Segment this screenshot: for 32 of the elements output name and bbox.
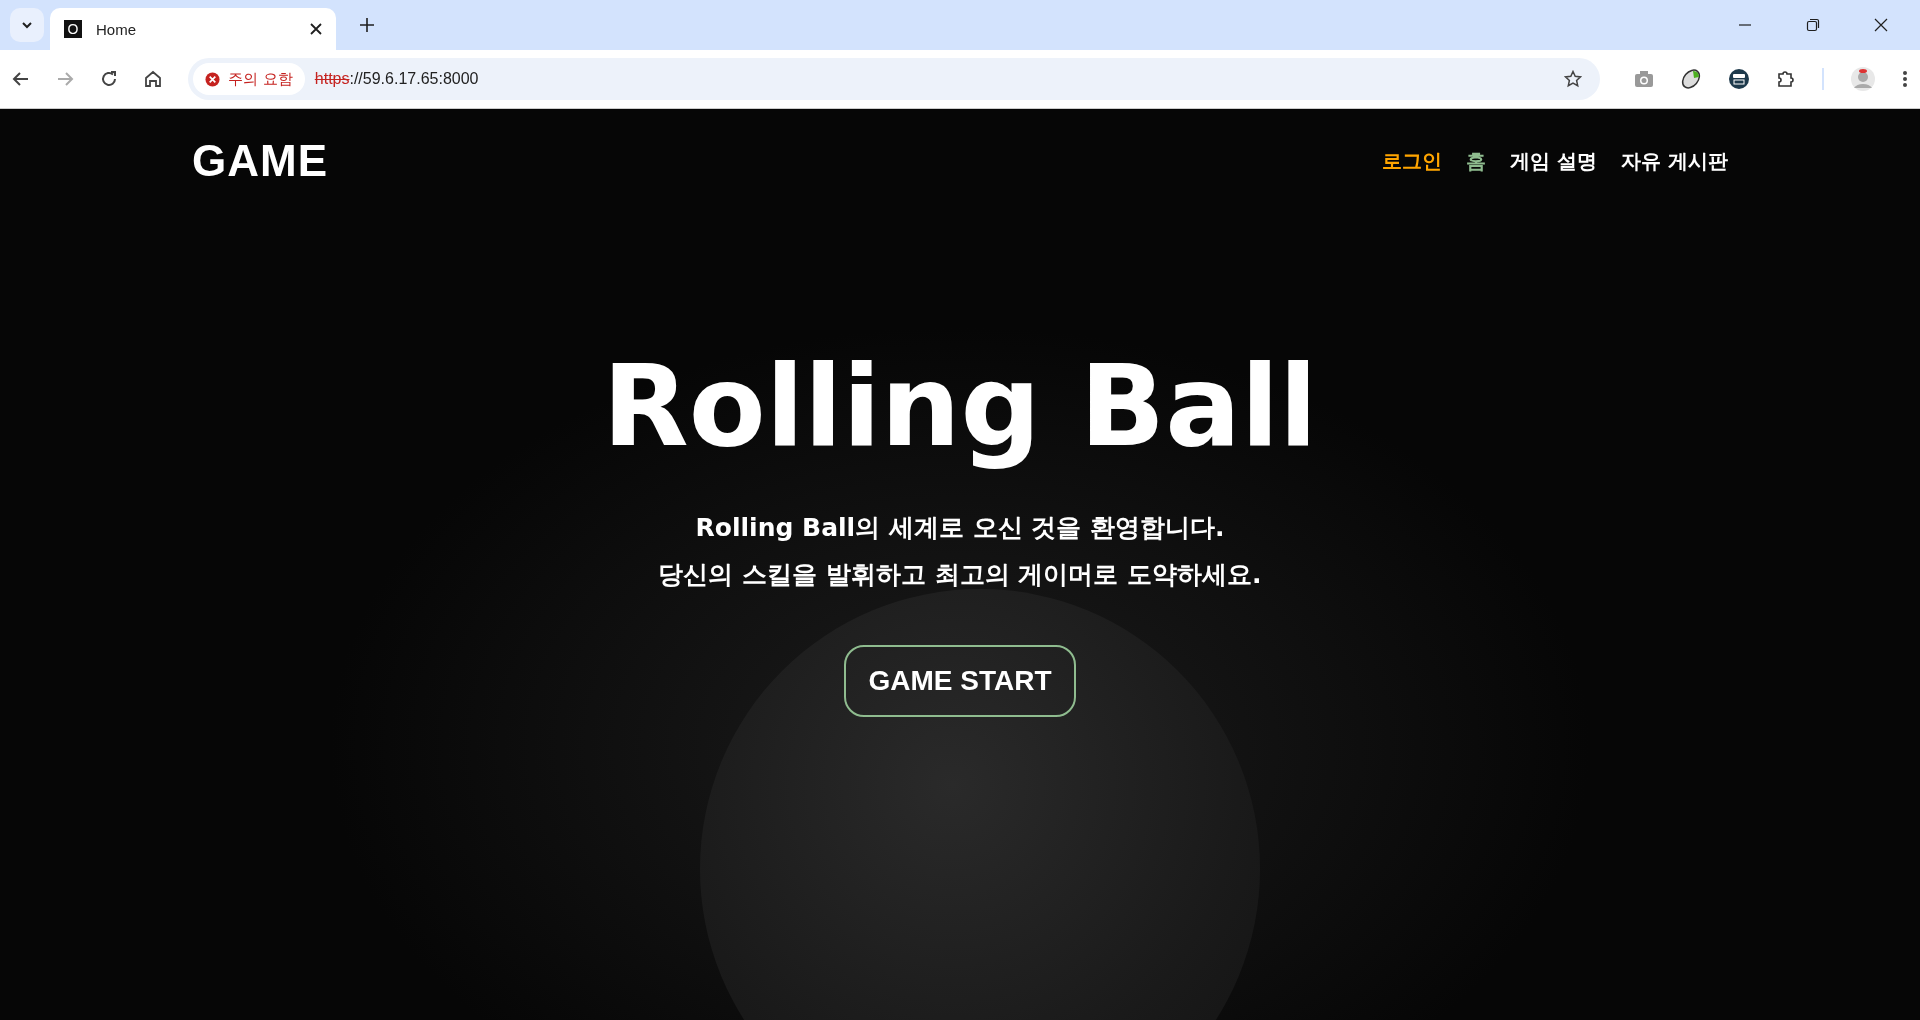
tab-favicon: O xyxy=(64,20,82,38)
tab-search-button[interactable] xyxy=(10,8,44,42)
nav-link[interactable]: 홈 xyxy=(1466,147,1487,175)
hero-subtitle: 당신의 스킬을 발휘하고 최고의 게이머로 도약하세요. xyxy=(658,559,1262,591)
close-icon[interactable] xyxy=(310,23,322,35)
star-icon[interactable] xyxy=(1564,70,1582,88)
home-icon[interactable] xyxy=(144,70,162,88)
hero-subtitle: Rolling Ball의 세계로 오신 것을 환영합니다. xyxy=(695,512,1225,544)
nav-link[interactable]: 게임 설명 xyxy=(1510,147,1598,175)
camera-icon[interactable] xyxy=(1634,70,1654,88)
restore-icon[interactable] xyxy=(1806,18,1820,32)
more-menu-icon[interactable] xyxy=(1902,70,1908,88)
address-bar[interactable]: 주의 요함 https://59.6.17.65:8000 xyxy=(188,58,1600,100)
site-logo[interactable]: GAME xyxy=(192,136,328,186)
close-icon[interactable] xyxy=(1874,18,1888,32)
security-warning-label: 주의 요함 xyxy=(228,69,293,89)
chat-icon[interactable] xyxy=(1728,68,1750,90)
tab-title: Home xyxy=(96,20,137,38)
hero-title: Rolling Ball xyxy=(602,341,1318,471)
mouse-icon[interactable] xyxy=(1680,68,1702,90)
puzzle-icon[interactable] xyxy=(1776,69,1796,89)
url-text: https://59.6.17.65:8000 xyxy=(314,70,479,88)
game-start-button[interactable]: GAME START xyxy=(844,645,1076,717)
nav-link[interactable]: 로그인 xyxy=(1382,147,1443,175)
reload-icon[interactable] xyxy=(100,70,118,88)
browser-tab[interactable]: O Home xyxy=(50,8,336,50)
back-arrow-icon[interactable] xyxy=(12,70,30,88)
plus-icon[interactable] xyxy=(360,18,374,32)
security-chip[interactable]: 주의 요함 xyxy=(193,63,305,95)
error-icon xyxy=(205,71,220,87)
profile-avatar-icon[interactable] xyxy=(1850,66,1876,92)
nav-link[interactable]: 자유 게시판 xyxy=(1621,147,1728,175)
